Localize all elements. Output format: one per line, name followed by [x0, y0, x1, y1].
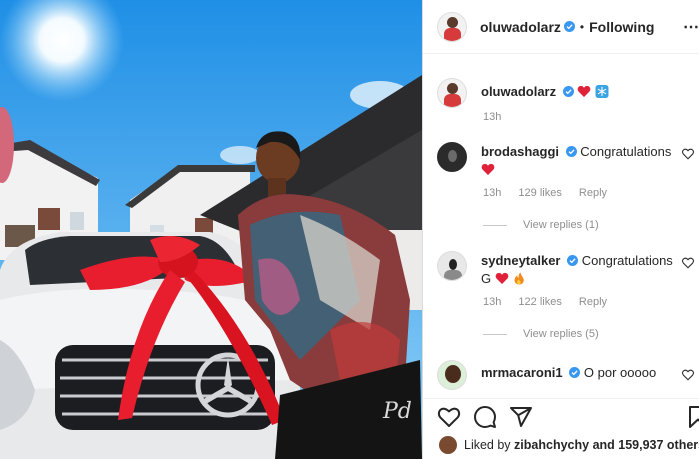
view-replies[interactable]: View replies (5): [483, 328, 599, 340]
caption-username[interactable]: oluwadolarz: [481, 84, 556, 99]
following-button[interactable]: Following: [589, 19, 654, 35]
post-image: Pd: [0, 0, 422, 459]
comment-item: brodashaggi Congratulations 13h 129 like…: [437, 142, 699, 199]
verified-icon: [569, 367, 581, 378]
verified-icon: [565, 146, 577, 157]
verified-icon: [563, 21, 575, 32]
comment-likes[interactable]: 129 likes: [518, 187, 561, 199]
like-comment-icon[interactable]: [682, 369, 694, 381]
caption-time: 13h: [483, 111, 502, 123]
share-icon[interactable]: [509, 405, 533, 429]
liker-avatar[interactable]: [439, 436, 457, 454]
comment-username[interactable]: brodashaggi: [481, 144, 559, 159]
author-avatar[interactable]: [437, 11, 467, 42]
like-comment-icon[interactable]: [682, 148, 694, 160]
more-options-icon[interactable]: ⋯: [683, 17, 699, 37]
view-replies-label[interactable]: View replies (1): [523, 219, 599, 231]
comment-username[interactable]: mrmacaroni1: [481, 365, 563, 380]
red-heart-icon: [495, 272, 509, 284]
liker-username[interactable]: zibahchychy: [514, 438, 589, 452]
save-bookmark-icon[interactable]: [686, 405, 699, 429]
comment-username[interactable]: sydneytalker: [481, 253, 561, 268]
replies-divider: [483, 224, 507, 226]
view-replies[interactable]: View replies (1): [483, 219, 599, 231]
likes-summary: Liked by zibahchychy and 159,937 others: [439, 436, 699, 454]
snowflake-icon: [595, 85, 609, 98]
svg-text:Pd: Pd: [382, 399, 412, 424]
comment-icon[interactable]: [473, 405, 497, 429]
commenter-avatar[interactable]: [437, 251, 467, 281]
comment-time: 13h: [483, 296, 502, 308]
commenter-avatar[interactable]: [437, 360, 467, 390]
like-post-icon[interactable]: [437, 405, 461, 429]
comment-time: 13h: [483, 187, 502, 199]
caption-avatar[interactable]: [437, 78, 467, 108]
comment-item: mrmacaroni1 O por ooooo: [437, 360, 699, 390]
red-heart-icon: [481, 163, 495, 175]
comment-item: sydneytalker Congratulations G 13h 122 l…: [437, 251, 699, 308]
likes-count[interactable]: and 159,937 others: [593, 438, 699, 452]
verified-icon: [567, 255, 579, 266]
post-header: oluwadolarz • Following ⋯: [423, 0, 699, 54]
separator-dot: •: [579, 19, 585, 34]
comment-text: Congratulations: [580, 144, 672, 159]
post-side-panel: oluwadolarz • Following ⋯ oluwadolarz 13…: [422, 0, 699, 459]
reply-button[interactable]: Reply: [579, 187, 607, 199]
red-heart-icon: [577, 85, 591, 97]
comment-likes[interactable]: 122 likes: [518, 296, 561, 308]
view-replies-label[interactable]: View replies (5): [523, 328, 599, 340]
reply-button[interactable]: Reply: [579, 296, 607, 308]
caption: oluwadolarz 13h: [437, 78, 699, 123]
post-photo[interactable]: Pd: [0, 0, 422, 459]
author-username[interactable]: oluwadolarz: [480, 19, 561, 35]
replies-divider: [483, 333, 507, 335]
comment-text: O por ooooo: [583, 365, 657, 380]
liked-by-prefix: Liked by: [464, 438, 511, 452]
fire-icon: [514, 272, 525, 285]
action-bar: [423, 398, 699, 434]
verified-icon: [562, 86, 574, 97]
commenter-avatar[interactable]: [437, 142, 467, 172]
like-comment-icon[interactable]: [682, 257, 694, 269]
